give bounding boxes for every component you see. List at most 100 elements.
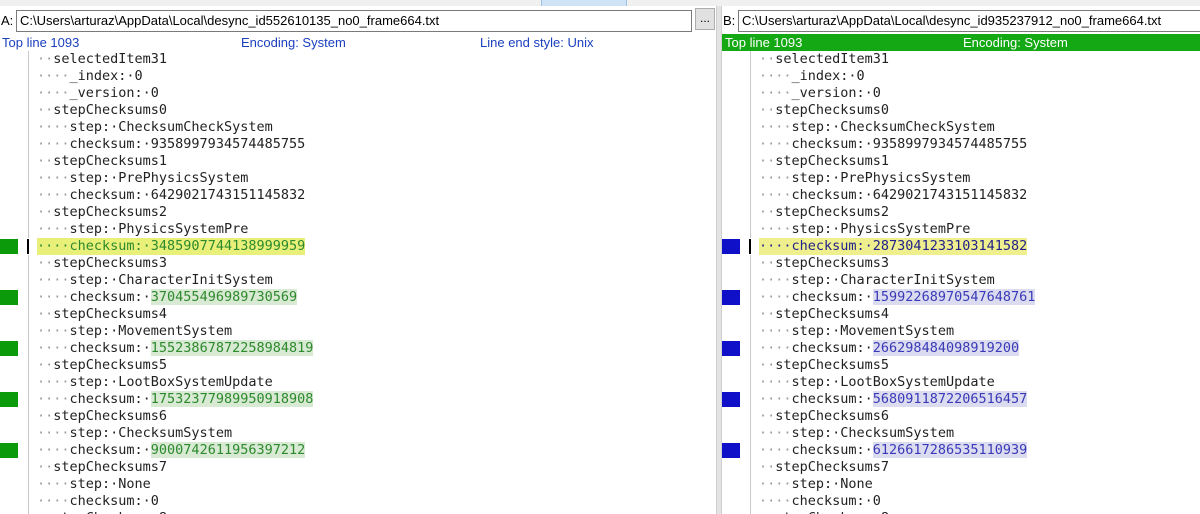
left-encoding: Encoding: System bbox=[241, 35, 346, 50]
text-line[interactable]: ····step:·LootBoxSystemUpdate bbox=[722, 374, 1200, 391]
text-line[interactable]: ····step:·None bbox=[722, 476, 1200, 493]
line-content: step:·None bbox=[69, 476, 151, 492]
line-text: ····checksum:·5680911872206516457 bbox=[759, 391, 1028, 408]
text-line[interactable]: ····step:·ChecksumSystem bbox=[722, 425, 1200, 442]
text-line[interactable]: ····step:·MovementSystem bbox=[722, 323, 1200, 340]
text-line[interactable]: ··stepChecksums7 bbox=[722, 459, 1200, 476]
indent-guide bbox=[28, 170, 29, 187]
browse-button[interactable]: ... bbox=[695, 8, 715, 30]
text-line[interactable]: ····step:·MovementSystem bbox=[0, 323, 716, 340]
diff-marker[interactable] bbox=[722, 239, 740, 254]
text-line[interactable]: ····step:·ChecksumCheckSystem bbox=[0, 119, 716, 136]
text-line[interactable]: ····checksum:·9358997934574485755 bbox=[0, 136, 716, 153]
line-text: ····checksum:·2873041233103141582 bbox=[759, 238, 1028, 255]
whitespace-dots: ···· bbox=[37, 323, 70, 339]
text-line[interactable]: ····checksum:·0 bbox=[722, 493, 1200, 510]
whitespace-dots: ···· bbox=[759, 136, 792, 152]
line-text: ··stepChecksums1 bbox=[759, 153, 889, 170]
text-line[interactable]: ····checksum:·5680911872206516457 bbox=[722, 391, 1200, 408]
diff-marker[interactable] bbox=[0, 443, 18, 458]
text-line[interactable]: ····step:·ChecksumSystem bbox=[0, 425, 716, 442]
indent-guide bbox=[28, 68, 29, 85]
indent-guide bbox=[28, 323, 29, 340]
line-content: stepChecksums0 bbox=[775, 102, 890, 118]
text-line[interactable]: ··stepChecksums2 bbox=[0, 204, 716, 221]
indent-guide bbox=[28, 391, 29, 408]
text-line[interactable]: ····checksum:·15523867872258984819 bbox=[0, 340, 716, 357]
text-line[interactable]: ····step:·PhysicsSystemPre bbox=[722, 221, 1200, 238]
text-line[interactable]: ··stepChecksums8 bbox=[0, 510, 716, 514]
text-line[interactable]: ····step:·PhysicsSystemPre bbox=[0, 221, 716, 238]
right-text-view[interactable]: ··selectedItem31 ····_index:·0 ····_versio… bbox=[722, 51, 1200, 514]
line-content: checksum:· bbox=[791, 391, 873, 407]
text-line[interactable]: ····checksum:·9000742611956397212 bbox=[0, 442, 716, 459]
indent-guide bbox=[28, 476, 29, 493]
text-line[interactable]: ····checksum:·6126617286535110939 bbox=[722, 442, 1200, 459]
text-line[interactable]: ··stepChecksums1 bbox=[722, 153, 1200, 170]
text-line[interactable]: ····step:·CharacterInitSystem bbox=[722, 272, 1200, 289]
right-path-input[interactable]: C:\Users\arturaz\AppData\Local\desync_id… bbox=[738, 10, 1200, 32]
text-line[interactable]: ··selectedItem31 bbox=[722, 51, 1200, 68]
text-line[interactable]: ··stepChecksums6 bbox=[722, 408, 1200, 425]
text-line[interactable]: ····_index:·0 bbox=[722, 68, 1200, 85]
text-line[interactable]: ··stepChecksums3 bbox=[722, 255, 1200, 272]
text-line[interactable]: ··stepChecksums6 bbox=[0, 408, 716, 425]
whitespace-dots: ···· bbox=[37, 238, 70, 254]
text-line[interactable]: ··stepChecksums4 bbox=[0, 306, 716, 323]
text-line[interactable]: ····checksum:·9358997934574485755 bbox=[722, 136, 1200, 153]
left-text-view[interactable]: ··selectedItem31 ····_index:·0 ····_versio… bbox=[0, 51, 716, 514]
indent-guide bbox=[750, 459, 751, 476]
text-line[interactable]: ··stepChecksums7 bbox=[0, 459, 716, 476]
left-info-bar: Top line 1093 Encoding: System Line end … bbox=[0, 34, 716, 51]
diff-marker[interactable] bbox=[0, 239, 18, 254]
line-text: ····checksum:·0 bbox=[759, 493, 881, 510]
line-content: stepChecksums4 bbox=[775, 306, 890, 322]
text-line[interactable]: ··selectedItem31 bbox=[0, 51, 716, 68]
text-line[interactable]: ····checksum:·266298484098919200 bbox=[722, 340, 1200, 357]
line-content: step:·ChecksumSystem bbox=[791, 425, 955, 441]
indent-guide bbox=[750, 493, 751, 510]
text-line[interactable]: ··stepChecksums3 bbox=[0, 255, 716, 272]
text-line[interactable]: ··stepChecksums0 bbox=[0, 102, 716, 119]
diff-marker[interactable] bbox=[0, 392, 18, 407]
text-line[interactable]: ····checksum:·15992268970547648761 bbox=[722, 289, 1200, 306]
line-content: step:·ChecksumCheckSystem bbox=[791, 119, 995, 135]
diff-marker[interactable] bbox=[722, 443, 740, 458]
text-line[interactable]: ····step:·CharacterInitSystem bbox=[0, 272, 716, 289]
diff-marker[interactable] bbox=[0, 341, 18, 356]
diff-marker[interactable] bbox=[0, 290, 18, 305]
indent-guide bbox=[28, 340, 29, 357]
text-line[interactable]: ··stepChecksums8 bbox=[722, 510, 1200, 514]
text-line[interactable]: ··stepChecksums2 bbox=[722, 204, 1200, 221]
text-line[interactable]: ····step:·ChecksumCheckSystem bbox=[722, 119, 1200, 136]
whitespace-dots: ···· bbox=[759, 425, 792, 441]
text-line[interactable]: ··stepChecksums0 bbox=[722, 102, 1200, 119]
diff-marker[interactable] bbox=[722, 341, 740, 356]
text-line[interactable]: ····_index:·0 bbox=[0, 68, 716, 85]
text-line[interactable]: ····step:·PrePhysicsSystem bbox=[0, 170, 716, 187]
text-line[interactable]: ····checksum:·370455496989730569 bbox=[0, 289, 716, 306]
text-line[interactable]: ····checksum:·6429021743151145832 bbox=[0, 187, 716, 204]
text-line[interactable]: ····checksum:·17532377989950918908 bbox=[0, 391, 716, 408]
text-line[interactable]: ····checksum:·3485907744138999959 bbox=[0, 238, 716, 255]
text-line[interactable]: ····checksum:·6429021743151145832 bbox=[722, 187, 1200, 204]
text-line[interactable]: ····checksum:·2873041233103141582 bbox=[722, 238, 1200, 255]
line-text: ····step:·MovementSystem bbox=[37, 323, 232, 340]
text-line[interactable]: ····checksum:·0 bbox=[0, 493, 716, 510]
line-text: ····step:·CharacterInitSystem bbox=[759, 272, 995, 289]
text-line[interactable]: ····_version:·0 bbox=[0, 85, 716, 102]
indent-guide bbox=[750, 340, 751, 357]
text-line[interactable]: ····_version:·0 bbox=[722, 85, 1200, 102]
left-path-input[interactable]: C:\Users\arturaz\AppData\Local\desync_id… bbox=[16, 10, 692, 32]
whitespace-dots: ·· bbox=[759, 51, 776, 67]
text-line[interactable]: ····step:·PrePhysicsSystem bbox=[722, 170, 1200, 187]
line-content: selectedItem31 bbox=[775, 51, 890, 67]
diff-marker[interactable] bbox=[722, 290, 740, 305]
text-line[interactable]: ··stepChecksums5 bbox=[0, 357, 716, 374]
diff-marker[interactable] bbox=[722, 392, 740, 407]
text-line[interactable]: ··stepChecksums1 bbox=[0, 153, 716, 170]
text-line[interactable]: ··stepChecksums4 bbox=[722, 306, 1200, 323]
text-line[interactable]: ····step:·None bbox=[0, 476, 716, 493]
text-line[interactable]: ··stepChecksums5 bbox=[722, 357, 1200, 374]
text-line[interactable]: ····step:·LootBoxSystemUpdate bbox=[0, 374, 716, 391]
